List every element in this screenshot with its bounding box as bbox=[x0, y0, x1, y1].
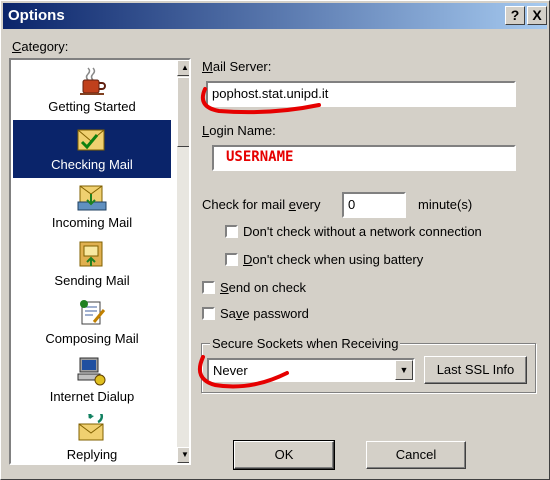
close-button[interactable]: X bbox=[527, 6, 547, 25]
battery-label: Don't check when using battery bbox=[243, 252, 424, 267]
login-name-label: Login Name: bbox=[202, 123, 276, 138]
category-item-label: Sending Mail bbox=[54, 273, 130, 288]
category-item-label: Getting Started bbox=[48, 99, 136, 114]
save-password-label: Save password bbox=[220, 306, 309, 321]
ssl-mode-value: Never bbox=[213, 363, 248, 378]
login-name-input[interactable]: USERNAME bbox=[212, 145, 516, 171]
send-on-check-label: Send on check bbox=[220, 280, 307, 295]
battery-checkbox[interactable] bbox=[225, 253, 238, 266]
check-mail-envelope-icon bbox=[77, 129, 105, 151]
chevron-down-icon[interactable]: ▼ bbox=[395, 360, 413, 380]
category-item-checking-mail[interactable]: Checking Mail bbox=[13, 120, 171, 178]
mail-server-label: Mail Server: bbox=[202, 59, 272, 74]
mail-server-input[interactable]: pophost.stat.unipd.it bbox=[206, 81, 516, 107]
computer-modem-icon bbox=[77, 357, 106, 386]
coffee-mug-icon bbox=[80, 67, 106, 95]
sending-mail-icon bbox=[79, 241, 103, 267]
category-item-incoming-mail[interactable]: Incoming Mail bbox=[13, 178, 171, 236]
no-network-checkbox[interactable] bbox=[225, 225, 238, 238]
category-scrollbar[interactable]: ▲ ▼ bbox=[177, 60, 189, 463]
category-item-label: Replying bbox=[66, 447, 118, 462]
window-title: Options bbox=[8, 7, 65, 24]
no-network-label: Don't check without a network connection bbox=[243, 224, 482, 239]
send-on-check-checkbox[interactable] bbox=[202, 281, 215, 294]
category-item-composing-mail[interactable]: Composing Mail bbox=[13, 294, 171, 352]
check-interval-input[interactable]: 0 bbox=[342, 192, 406, 218]
check-every-label: Check for mail every bbox=[202, 197, 321, 212]
ssl-group-label: Secure Sockets when Receiving bbox=[210, 336, 401, 351]
category-item-label: Composing Mail bbox=[45, 331, 139, 346]
incoming-mail-icon bbox=[77, 185, 107, 211]
category-label: Category: bbox=[12, 39, 69, 54]
title-bar: Options ? X bbox=[3, 3, 547, 29]
category-item-sending-mail[interactable]: Sending Mail bbox=[13, 236, 171, 294]
category-item-internet-dialup[interactable]: Internet Dialup bbox=[13, 352, 171, 410]
ssl-mode-select[interactable]: Never ▼ bbox=[207, 358, 415, 382]
category-list[interactable]: Getting Started Checking Mail Incoming M… bbox=[9, 58, 191, 465]
options-dialog: Options ? X Category: Getting Started Ch… bbox=[0, 0, 550, 480]
scroll-down-icon[interactable]: ▼ bbox=[177, 447, 189, 463]
minutes-unit-label: minute(s) bbox=[418, 197, 473, 212]
ok-button[interactable]: OK bbox=[233, 440, 335, 470]
scroll-thumb[interactable] bbox=[177, 77, 189, 147]
category-item-replying[interactable]: Replying bbox=[13, 410, 171, 463]
category-item-label: Checking Mail bbox=[51, 157, 133, 172]
composing-mail-icon bbox=[80, 300, 106, 325]
category-item-getting-started[interactable]: Getting Started bbox=[13, 62, 171, 120]
category-item-label: Incoming Mail bbox=[51, 215, 133, 230]
cancel-button[interactable]: Cancel bbox=[366, 441, 466, 469]
help-button[interactable]: ? bbox=[505, 6, 525, 25]
replying-mail-icon bbox=[78, 414, 104, 441]
save-password-checkbox[interactable] bbox=[202, 307, 215, 320]
scroll-up-icon[interactable]: ▲ bbox=[177, 60, 189, 76]
category-item-label: Internet Dialup bbox=[49, 389, 135, 404]
last-ssl-info-button[interactable]: Last SSL Info bbox=[424, 356, 527, 384]
